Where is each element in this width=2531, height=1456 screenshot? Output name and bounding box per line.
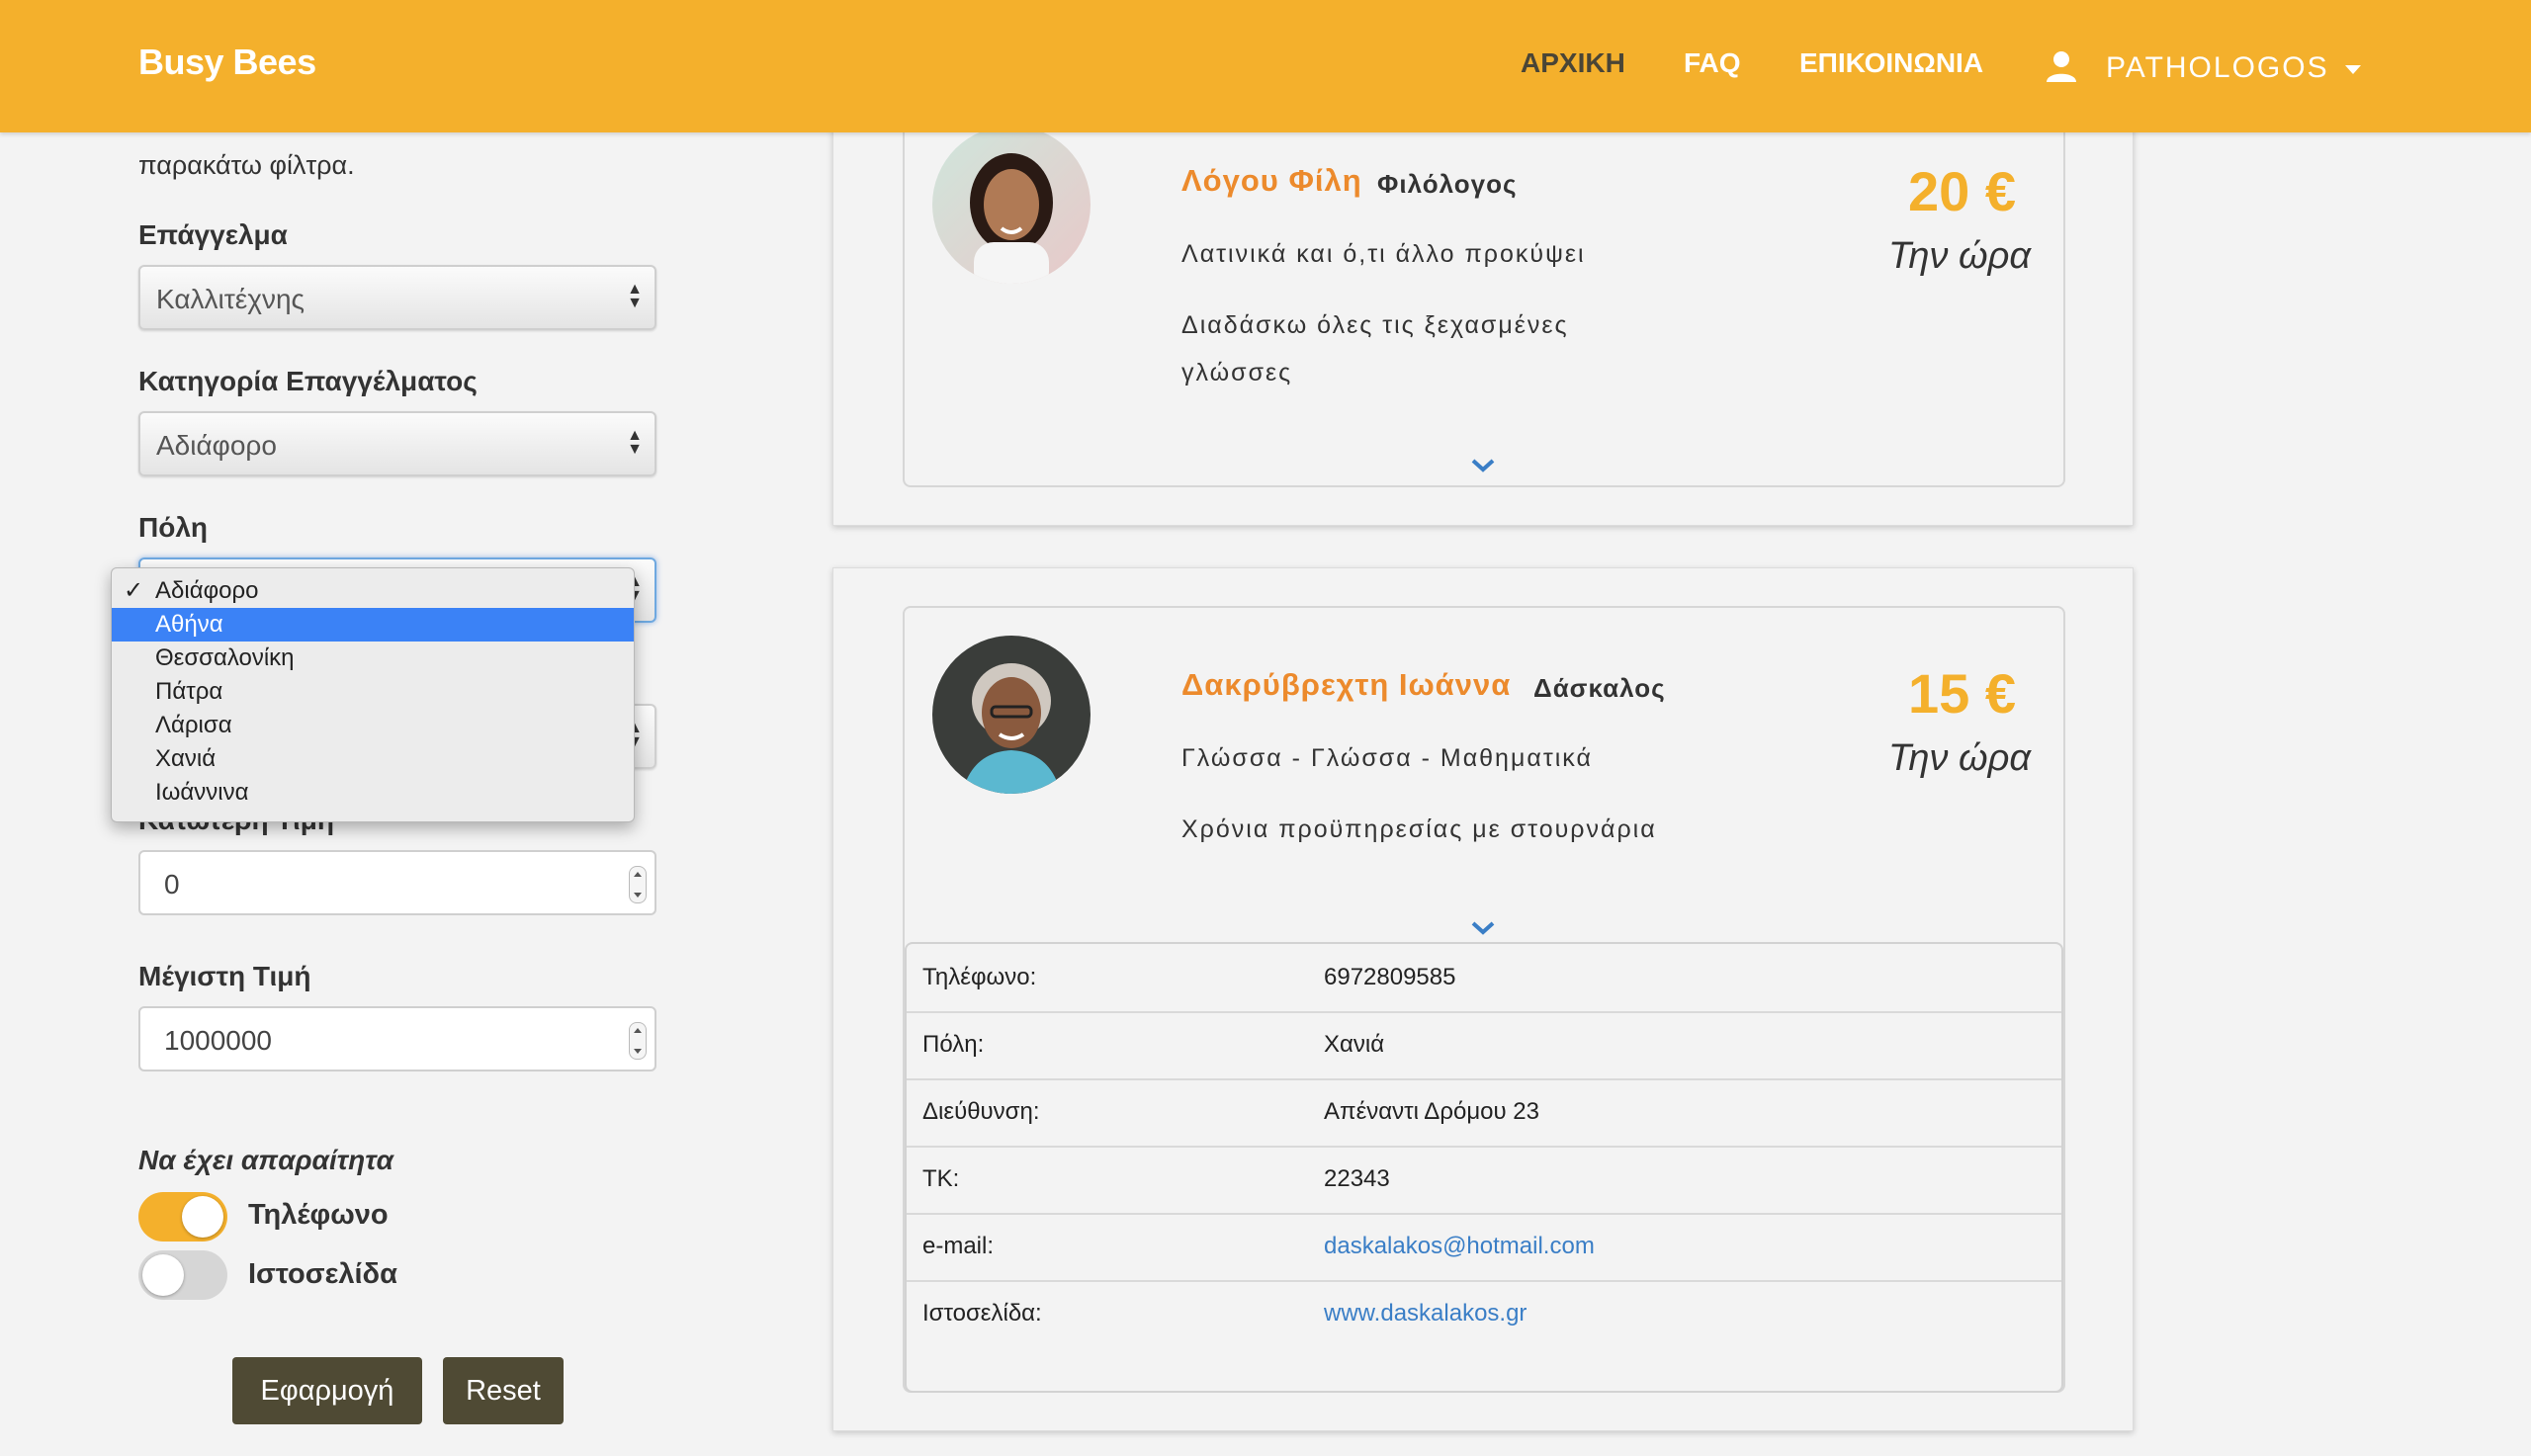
teacher-subjects: Γλώσσα - Γλώσσα - Μαθηματικά (1181, 744, 1593, 772)
detail-key: Πόλη: (922, 1031, 985, 1058)
teacher-card: Δακρύβρεχτη Ιωάννα Δάσκαλος Γλώσσα - Γλώ… (832, 567, 2134, 1431)
toggle-knob (182, 1196, 223, 1238)
phone-toggle-label: Τηλέφωνο (248, 1199, 389, 1231)
teacher-price: 15 € (1908, 662, 2016, 725)
nav-faq-link[interactable]: FAQ (1684, 47, 1741, 79)
top-navbar: Busy Bees ΑΡΧΙΚΗ FAQ ΕΠΙΚΟΙΝΩΝΙΑ PATHOLO… (0, 0, 2531, 132)
category-select[interactable]: Αδιάφορο ▲ ▼ (138, 411, 656, 476)
city-option[interactable]: Θεσσαλονίκη (112, 642, 634, 675)
city-option[interactable]: Λάρισα (112, 709, 634, 742)
detail-value: 22343 (1324, 1165, 1390, 1192)
chevron-down-icon[interactable] (1470, 458, 1496, 473)
teacher-card-inner[interactable]: Λόγου Φίλη Φιλόλογος Λατινικά και ό,τι ά… (903, 90, 2065, 487)
website-toggle-label: Ιστοσελίδα (248, 1258, 397, 1290)
teacher-avatar (932, 126, 1091, 284)
teacher-card: Λόγου Φίλη Φιλόλογος Λατινικά και ό,τι ά… (832, 90, 2134, 526)
required-title: Να έχει απαραίτητα (138, 1145, 394, 1175)
chevron-down-icon[interactable] (1470, 920, 1496, 936)
phone-toggle[interactable] (138, 1192, 227, 1242)
profession-label: Επάγγελμα (138, 219, 288, 250)
user-icon[interactable] (2045, 49, 2078, 83)
apply-button[interactable]: Εφαρμογή (232, 1357, 422, 1424)
city-option[interactable]: Πάτρα (112, 675, 634, 709)
teacher-profession: Δάσκαλος (1533, 673, 1666, 703)
detail-key: Τηλέφωνο: (922, 964, 1037, 990)
table-row: Τηλέφωνο: 6972809585 (907, 944, 2061, 1013)
table-row: e-mail: daskalakos@hotmail.com (907, 1213, 2061, 1282)
table-row: Ιστοσελίδα: www.daskalakos.gr (907, 1280, 2061, 1347)
nav-home-link[interactable]: ΑΡΧΙΚΗ (1521, 47, 1625, 79)
stepper-icon[interactable] (629, 1022, 647, 1060)
detail-value: Χανιά (1324, 1031, 1385, 1058)
detail-value: Απέναντι Δρόμου 23 (1324, 1098, 1539, 1125)
select-arrows-icon: ▲ ▼ (627, 427, 643, 458)
city-label: Πόλη (138, 512, 208, 543)
teacher-subjects: Λατινικά και ό,τι άλλο προκύψει (1181, 240, 1586, 268)
checkmark-icon: ✓ (124, 577, 144, 604)
category-label: Κατηγορία Επαγγέλματος (138, 366, 478, 396)
detail-key: Ιστοσελίδα: (922, 1300, 1042, 1327)
city-option[interactable]: Χανιά (112, 742, 634, 776)
table-row: ΤΚ: 22343 (907, 1146, 2061, 1215)
chevron-down-icon[interactable] (2345, 65, 2361, 74)
max-price-label: Μέγιστη Τιμή (138, 961, 311, 991)
city-option-highlighted[interactable]: Αθήνα (112, 608, 634, 642)
teacher-name: Δακρύβρεχτη Ιωάννα (1181, 667, 1512, 702)
teacher-profession: Φιλόλογος (1377, 169, 1518, 199)
price-unit: Την ώρα (1888, 235, 2032, 277)
price-unit: Την ώρα (1888, 737, 2032, 779)
detail-key: ΤΚ: (922, 1165, 960, 1192)
min-price-value: 0 (164, 869, 180, 899)
teacher-card-inner[interactable]: Δακρύβρεχτη Ιωάννα Δάσκαλος Γλώσσα - Γλώ… (903, 606, 2065, 1393)
teacher-name: Λόγου Φίλη (1181, 163, 1362, 198)
max-price-value: 1000000 (164, 1025, 273, 1056)
city-dropdown-list: ✓ Αδιάφορο Αθήνα Θεσσαλονίκη Πάτρα Λάρισ… (111, 567, 635, 822)
teacher-description: Χρόνια προϋπηρεσίας με στουρνάρια (1181, 815, 1657, 843)
teacher-avatar (932, 636, 1091, 794)
user-menu-name[interactable]: PATHOLOGOS (2106, 51, 2329, 85)
email-link[interactable]: daskalakos@hotmail.com (1324, 1233, 1595, 1260)
stepper-icon[interactable] (629, 866, 647, 903)
teacher-price: 20 € (1908, 160, 2016, 222)
filter-intro-text: παρακάτω φίλτρα. (138, 150, 355, 180)
min-price-input[interactable]: 0 (138, 850, 656, 915)
brand-logo[interactable]: Busy Bees (138, 42, 316, 83)
teacher-description: Διαδάσκω όλες τις ξεχασμένες (1181, 311, 1569, 339)
city-option[interactable]: ✓ Αδιάφορο (112, 574, 634, 608)
toggle-knob (142, 1254, 184, 1296)
detail-key: Διεύθυνση: (922, 1098, 1040, 1125)
table-row: Διεύθυνση: Απέναντι Δρόμου 23 (907, 1078, 2061, 1148)
max-price-input[interactable]: 1000000 (138, 1006, 656, 1071)
category-select-value: Αδιάφορο (156, 430, 277, 461)
profession-select-value: Καλλιτέχνης (156, 284, 305, 314)
teacher-details-table: Τηλέφωνο: 6972809585 Πόλη: Χανιά Διεύθυν… (905, 942, 2063, 1393)
nav-contact-link[interactable]: ΕΠΙΚΟΙΝΩΝΙΑ (1799, 47, 1983, 79)
reset-button[interactable]: Reset (443, 1357, 564, 1424)
profession-select[interactable]: Καλλιτέχνης ▲ ▼ (138, 265, 656, 330)
teacher-description-2: γλώσσες (1181, 359, 1293, 386)
website-toggle[interactable] (138, 1250, 227, 1300)
detail-key: e-mail: (922, 1233, 995, 1259)
table-row: Πόλη: Χανιά (907, 1011, 2061, 1080)
website-link[interactable]: www.daskalakos.gr (1324, 1300, 1527, 1328)
select-arrows-icon: ▲ ▼ (627, 281, 643, 311)
city-option[interactable]: Ιωάννινα (112, 776, 634, 810)
detail-value: 6972809585 (1324, 964, 1456, 990)
